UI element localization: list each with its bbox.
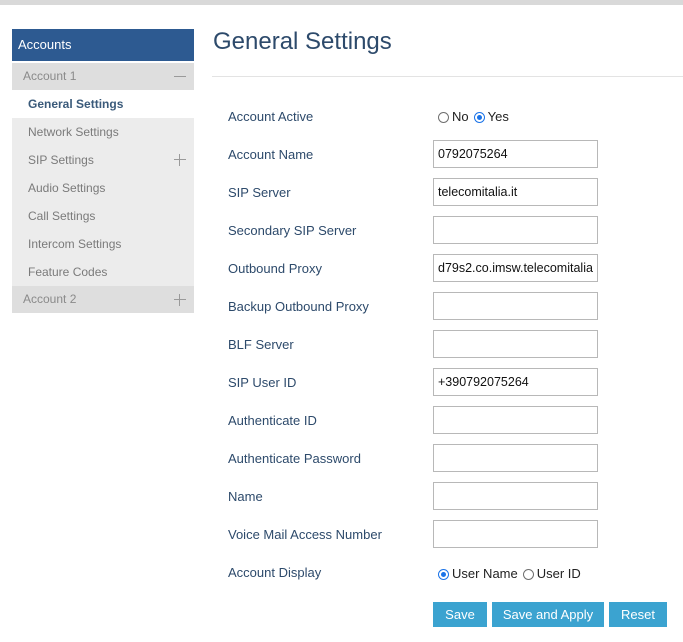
sidebar-item-sip-settings[interactable]: SIP Settings <box>12 146 194 174</box>
authenticate-password-row: Authenticate Password <box>228 444 683 474</box>
save-button[interactable]: Save <box>433 602 487 627</box>
sidebar-item-call-settings[interactable]: Call Settings <box>12 202 194 230</box>
page-title: General Settings <box>213 28 392 55</box>
sip-server-label: SIP Server <box>228 185 291 200</box>
authenticate-password-input[interactable] <box>433 444 598 472</box>
outbound-proxy-label: Outbound Proxy <box>228 261 322 276</box>
voice-mail-access-number-input[interactable] <box>433 520 598 548</box>
account-active-radio-group: No Yes <box>438 102 514 132</box>
secondary-sip-server-label: Secondary SIP Server <box>228 223 357 238</box>
sidebar-item-label: SIP Settings <box>28 153 94 167</box>
sip-server-input[interactable] <box>433 178 598 206</box>
account-active-no-radio[interactable] <box>438 111 449 123</box>
authenticate-id-row: Authenticate ID <box>228 406 683 436</box>
backup-outbound-proxy-label: Backup Outbound Proxy <box>228 299 369 314</box>
sip-server-row: SIP Server <box>228 178 683 208</box>
sidebar-item-label: Intercom Settings <box>28 237 122 251</box>
account-display-radio-group: User Name User ID <box>438 559 586 589</box>
blf-server-input[interactable] <box>433 330 598 358</box>
save-and-apply-button[interactable]: Save and Apply <box>492 602 604 627</box>
secondary-sip-server-row: Secondary SIP Server <box>228 216 683 246</box>
expand-icon[interactable] <box>174 293 186 306</box>
backup-outbound-proxy-row: Backup Outbound Proxy <box>228 292 683 322</box>
divider <box>212 76 683 77</box>
account-display-user-name-label[interactable]: User Name <box>452 559 518 589</box>
backup-outbound-proxy-input[interactable] <box>433 292 598 320</box>
secondary-sip-server-input[interactable] <box>433 216 598 244</box>
account-active-row: Account Active No Yes <box>228 102 683 132</box>
blf-server-row: BLF Server <box>228 330 683 360</box>
sidebar-item-network-settings[interactable]: Network Settings <box>12 118 194 146</box>
sidebar-account-1[interactable]: Account 1 <box>12 63 194 90</box>
name-input[interactable] <box>433 482 598 510</box>
sidebar-account-2-label: Account 2 <box>23 292 77 306</box>
sidebar: Accounts Account 1 General Settings Netw… <box>12 29 194 313</box>
blf-server-label: BLF Server <box>228 337 294 352</box>
account-display-user-name-radio[interactable] <box>438 568 449 580</box>
reset-button[interactable]: Reset <box>609 602 667 627</box>
authenticate-id-input[interactable] <box>433 406 598 434</box>
account-display-label: Account Display <box>228 565 322 580</box>
account-name-input[interactable] <box>433 140 598 168</box>
account-active-yes-label[interactable]: Yes <box>488 102 509 132</box>
sidebar-item-label: Network Settings <box>28 125 119 139</box>
account-display-user-id-label[interactable]: User ID <box>537 559 581 589</box>
authenticate-id-label: Authenticate ID <box>228 413 317 428</box>
account-active-no-label[interactable]: No <box>452 102 469 132</box>
sidebar-item-general-settings[interactable]: General Settings <box>12 90 194 118</box>
sip-user-id-label: SIP User ID <box>228 375 297 390</box>
outbound-proxy-input[interactable] <box>433 254 598 282</box>
sidebar-item-label: Audio Settings <box>28 181 106 195</box>
account-name-row: Account Name <box>228 140 683 170</box>
voice-mail-access-number-label: Voice Mail Access Number <box>228 527 382 542</box>
name-row: Name <box>228 482 683 512</box>
sidebar-header-accounts[interactable]: Accounts <box>12 29 194 61</box>
sip-user-id-row: SIP User ID <box>228 368 683 398</box>
collapse-icon[interactable] <box>174 71 186 83</box>
account-active-yes-radio[interactable] <box>473 111 485 123</box>
account-display-row: Account Display User Name User ID <box>228 558 683 588</box>
outbound-proxy-row: Outbound Proxy <box>228 254 683 284</box>
account-display-user-id-radio[interactable] <box>522 568 534 580</box>
sidebar-account-1-label: Account 1 <box>23 69 77 83</box>
voice-mail-access-number-row: Voice Mail Access Number <box>228 520 683 550</box>
account-name-label: Account Name <box>228 147 314 162</box>
sidebar-item-feature-codes[interactable]: Feature Codes <box>12 258 194 286</box>
authenticate-password-label: Authenticate Password <box>228 451 361 466</box>
sidebar-item-audio-settings[interactable]: Audio Settings <box>12 174 194 202</box>
sidebar-item-intercom-settings[interactable]: Intercom Settings <box>12 230 194 258</box>
sidebar-item-label: Feature Codes <box>28 265 108 279</box>
sidebar-item-label: Call Settings <box>28 209 96 223</box>
top-border <box>0 0 683 5</box>
name-label: Name <box>228 489 263 504</box>
sip-user-id-input[interactable] <box>433 368 598 396</box>
sidebar-account-2[interactable]: Account 2 <box>12 286 194 313</box>
expand-icon[interactable] <box>174 154 186 166</box>
sidebar-item-label: General Settings <box>28 97 124 111</box>
account-active-label: Account Active <box>228 109 314 124</box>
